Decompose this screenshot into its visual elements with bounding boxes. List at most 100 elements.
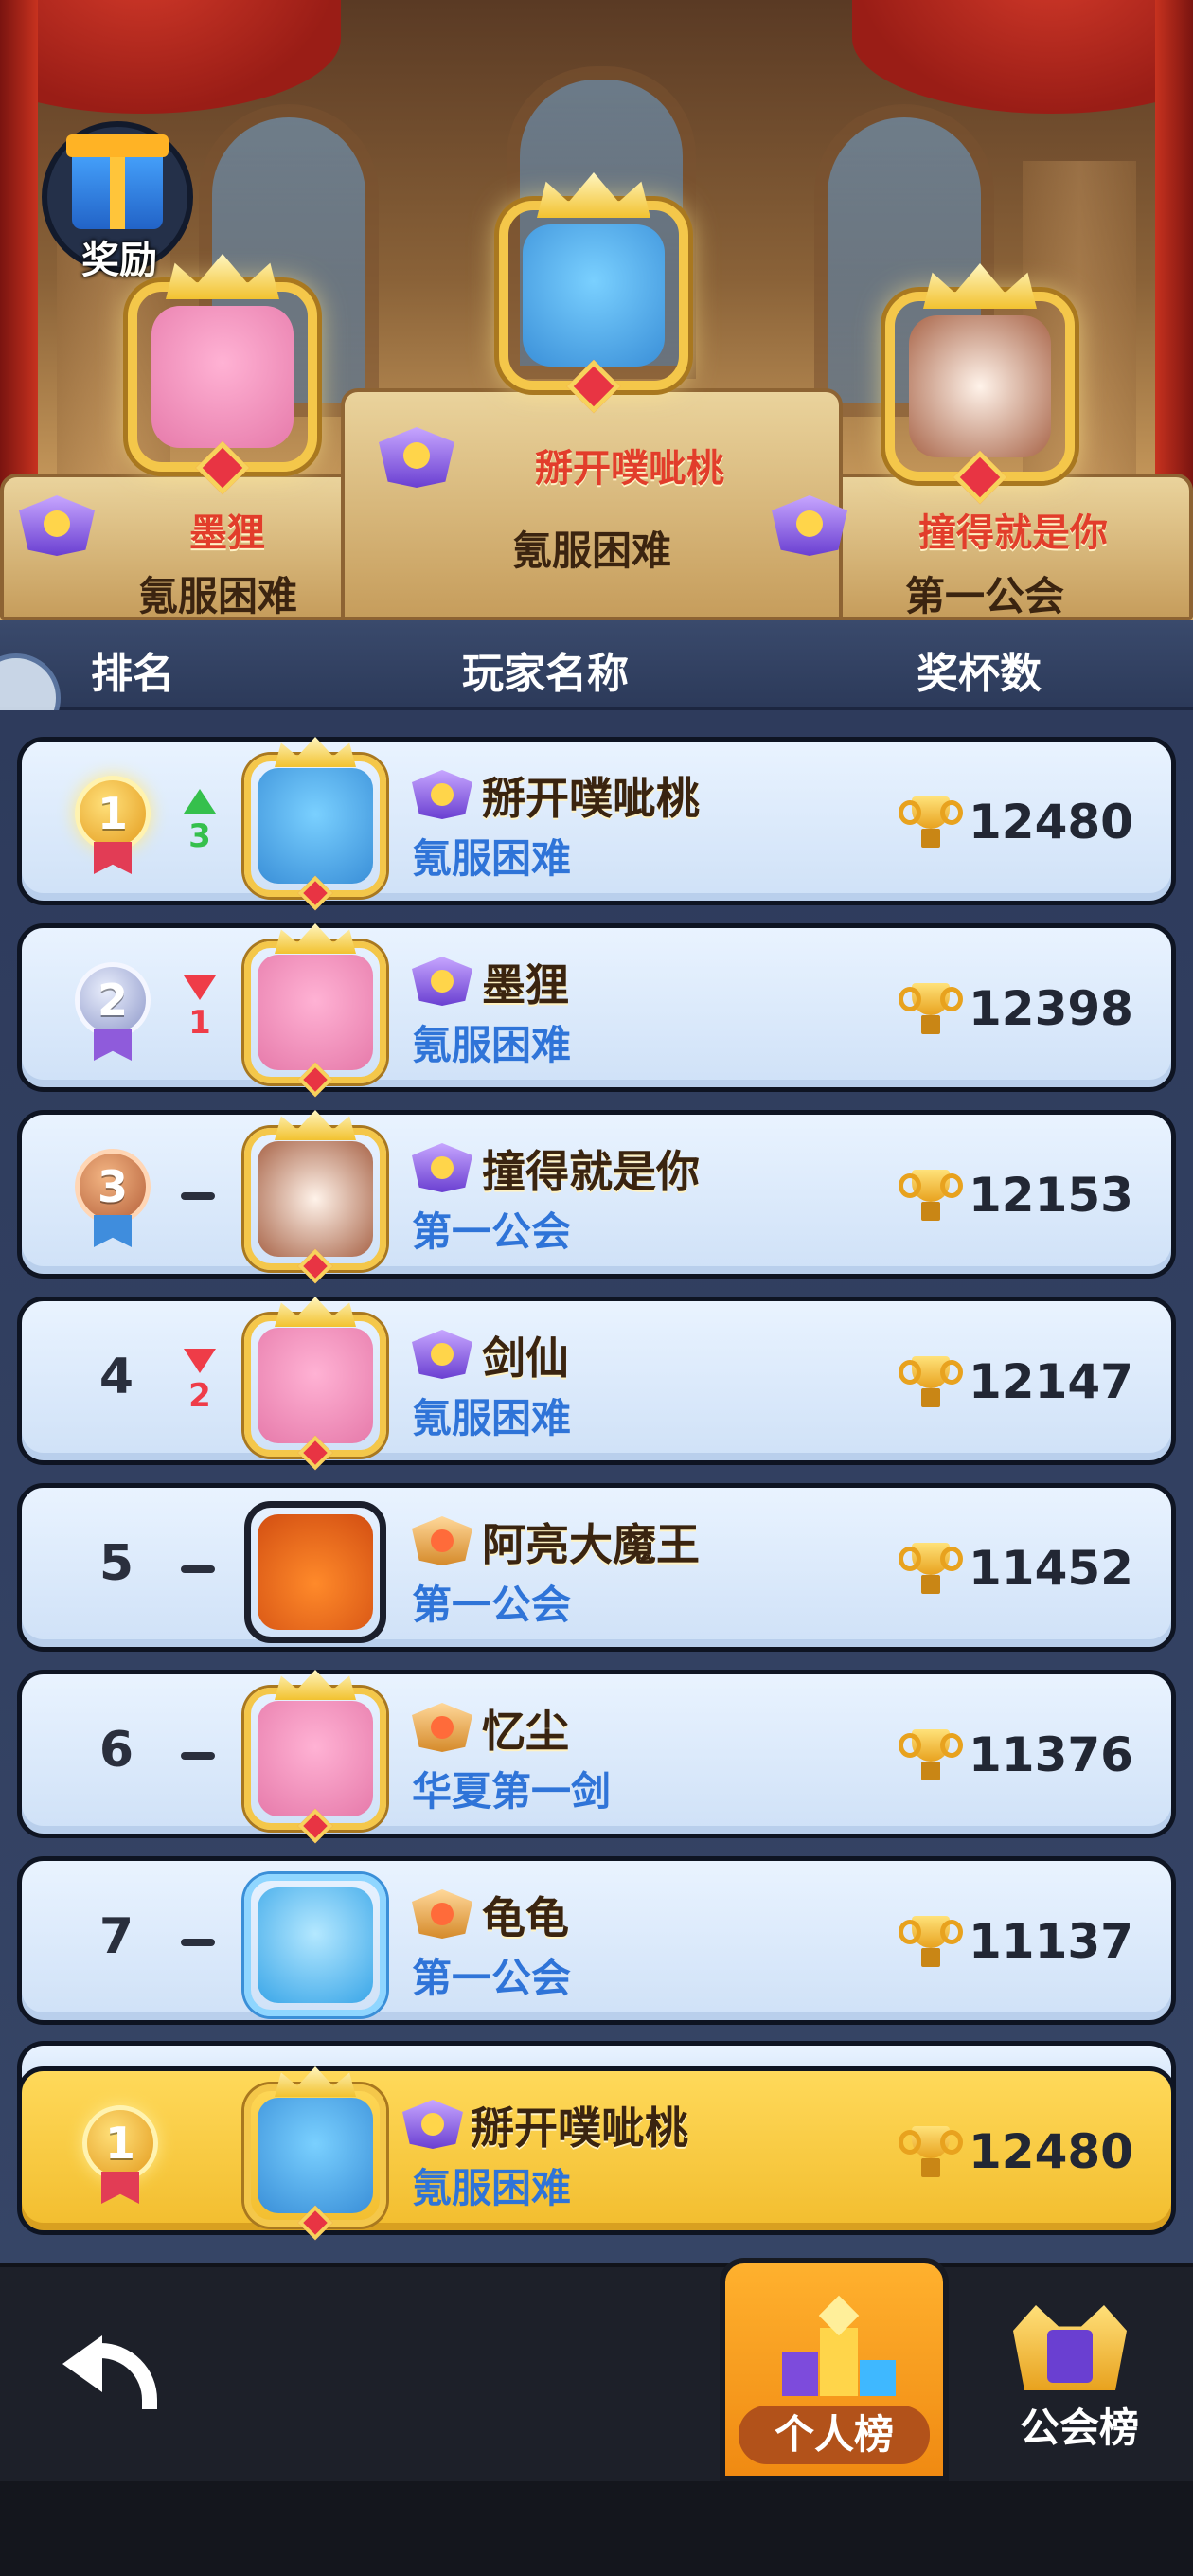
no-change-dash-icon [181,1565,215,1573]
avatar[interactable] [244,1110,386,1284]
curtain-left [0,0,341,114]
crown-icon [275,737,356,767]
tab-personal-ranking[interactable]: 个人榜 [720,2258,949,2481]
tier-medal-icon [412,1703,472,1756]
trophy-count: 12147 [969,1354,1133,1409]
avatar-image [258,768,373,884]
tier-medal-icon [412,1143,472,1196]
crown-icon [275,923,356,954]
table-row[interactable]: 3 撞得就是你 第一公会 12153 [17,1110,1176,1284]
trophy-count: 11452 [969,1541,1133,1596]
gold-medal-icon: 1 [75,2100,166,2204]
rank-change-value: 3 [188,817,211,855]
header-rank: 排名 [91,650,174,698]
rank-change: 3 [171,789,228,855]
tier-medal-icon [412,1330,472,1383]
tier-medal-icon [412,1516,472,1569]
avatar[interactable] [244,1501,386,1643]
silver-medal-icon: 2 [67,957,158,1061]
my-rank-row[interactable]: 1 掰开噗呲桃 氪服困难 12480 [17,2066,1176,2241]
rank-number: 7 [98,1908,134,1965]
avatar[interactable] [244,923,386,1098]
podium-second-guild: 氪服困难 [137,573,297,619]
rank-number: 5 [98,1535,134,1592]
podium-third-avatar[interactable] [885,263,1075,505]
rank-change: 2 [171,1349,228,1415]
trophy-icon [899,1916,963,1969]
no-change-dash-icon [181,1192,215,1200]
crown-icon [275,1670,356,1700]
tier-medal-icon [19,492,95,559]
header-trophies: 奖杯数 [917,650,1042,698]
table-row[interactable]: 6 忆尘 华夏第一剑 11376 [17,1670,1176,1844]
reward-label: 奖励 [81,239,157,282]
curtain-side-right [1155,0,1193,492]
player-name: 阿亮大魔王 [482,1519,700,1570]
avatar-image [151,306,294,448]
table-row[interactable]: 1 3 掰开噗呲桃 氪服困难 12480 [17,737,1176,911]
podium-third-guild: 第一公会 [904,573,1064,619]
tier-medal-icon [412,1889,472,1942]
curtain-right [852,0,1193,114]
tier-medal-icon [412,957,472,1010]
rank-change-value: 2 [188,1377,211,1415]
bronze-medal-icon: 3 [67,1143,158,1247]
guild-name: 第一公会 [412,1582,572,1628]
guild-name: 氪服困难 [412,2165,572,2211]
player-name: 龟龟 [482,1892,569,1943]
podium-third-name: 撞得就是你 [918,511,1108,555]
leaderboard-header: 排名 玩家名称 奖杯数 [0,620,1193,710]
guild-name: 华夏第一剑 [412,1768,612,1815]
trophy-count: 11137 [969,1914,1133,1969]
trophy-count: 12480 [969,2124,1133,2179]
trophy-icon [899,2126,963,2179]
gift-icon [66,134,169,229]
rank-change-value: 1 [188,1004,211,1042]
table-row[interactable]: 5 阿亮大魔王 第一公会 11452 [17,1483,1176,1652]
rank-number: 4 [98,1349,134,1405]
gold-medal-icon: 1 [67,770,158,874]
table-row[interactable]: 4 2 剑仙 氪服困难 12147 [17,1297,1176,1471]
avatar-image [258,1514,373,1630]
header-player-name: 玩家名称 [462,650,629,698]
avatar[interactable] [244,2066,386,2241]
trophy-icon [899,1356,963,1409]
avatar-image [258,1887,373,2003]
avatar-image [258,2098,373,2213]
crown-icon [275,2066,356,2097]
podium-second-avatar[interactable] [128,254,317,495]
avatar[interactable] [244,1297,386,1471]
trophy-icon [899,796,963,850]
player-name: 掰开噗呲桃 [471,2102,688,2154]
player-name: 剑仙 [482,1333,569,1384]
no-change-dash-icon [181,1939,215,1946]
avatar-image [258,1328,373,1443]
tab-guild-ranking[interactable]: 公会榜 [985,2301,1174,2462]
tier-medal-icon [412,770,472,823]
trophy-count: 12153 [969,1168,1133,1223]
player-name: 掰开噗呲桃 [482,773,700,824]
guild-name: 氪服困难 [412,835,572,882]
avatar[interactable] [244,1874,386,2016]
avatar-image [258,955,373,1070]
arrow-up-icon [184,789,216,814]
avatar[interactable] [244,737,386,911]
curtain-side-left [0,0,38,492]
trophy-count: 11376 [969,1727,1133,1782]
table-row[interactable]: 7 龟龟 第一公会 11137 [17,1856,1176,2025]
no-change-dash-icon [181,1752,215,1760]
guild-name: 第一公会 [412,1208,572,1255]
trophy-count: 12398 [969,981,1133,1036]
podium-first-avatar[interactable] [499,172,688,414]
trophy-icon [899,1170,963,1223]
arrow-down-icon [184,1349,216,1373]
guild-name: 氪服困难 [412,1395,572,1441]
table-row[interactable]: 2 1 墨狸 氪服困难 12398 [17,923,1176,1098]
crown-icon [275,1110,356,1140]
tier-medal-icon [772,492,847,559]
trophy-icon [899,1543,963,1596]
avatar[interactable] [244,1670,386,1844]
crown-icon [275,1297,356,1327]
back-button[interactable] [53,2311,167,2415]
leaderboard-list[interactable]: 1 3 掰开噗呲桃 氪服困难 12480 2 1 墨狸 氪服困难 12398 3… [0,710,1193,2263]
